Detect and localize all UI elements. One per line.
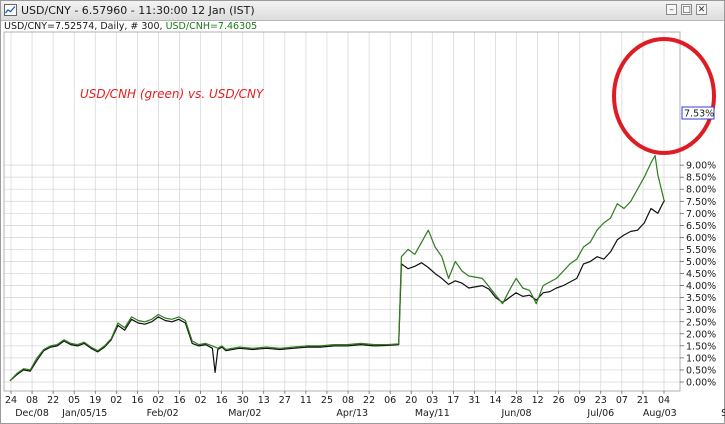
x-tick-label: 23 bbox=[595, 395, 607, 406]
y-tick-label: 6.50% bbox=[686, 221, 716, 232]
x-tick-label: 19 bbox=[89, 395, 101, 406]
y-tick-label: 9.00% bbox=[686, 161, 716, 172]
x-tick-label: 21 bbox=[637, 395, 649, 406]
x-tick-label: 22 bbox=[47, 395, 59, 406]
x-tick-label: 02 bbox=[152, 395, 164, 406]
x-tick-label: 07 bbox=[616, 395, 628, 406]
x-period-label: Mar/02 bbox=[228, 408, 261, 419]
chart-annotation: USD/CNH (green) vs. USD/CNY bbox=[80, 87, 265, 101]
x-tick-label: 11 bbox=[300, 395, 312, 406]
x-tick-label: 22 bbox=[363, 395, 375, 406]
last-value-marker: 7.53% bbox=[681, 106, 715, 120]
y-tick-label: 3.00% bbox=[686, 305, 716, 316]
y-tick-label: 8.50% bbox=[686, 173, 716, 184]
x-tick-label: 04 bbox=[658, 395, 670, 406]
x-tick-label: 02 bbox=[195, 395, 207, 406]
y-tick-label: 4.00% bbox=[686, 281, 716, 292]
x-period-label: Feb/02 bbox=[147, 408, 179, 419]
x-period-label: Dec/08 bbox=[15, 408, 49, 419]
x-period-label: Apr/13 bbox=[336, 408, 368, 419]
y-tick-label: 2.50% bbox=[686, 317, 716, 328]
y-tick-label: 7.00% bbox=[686, 209, 716, 220]
y-tick-label: 7.50% bbox=[686, 197, 716, 208]
y-tick-label: 8.00% bbox=[686, 185, 716, 196]
last-value-label: 7.53% bbox=[684, 109, 714, 120]
y-tick-label: 1.50% bbox=[686, 341, 716, 352]
x-tick-label: 16 bbox=[173, 395, 185, 406]
y-axis: 0.00% 0.50%1.00%1.50%2.00%2.50%3.00%3.50%… bbox=[680, 161, 716, 389]
x-tick-label: 28 bbox=[511, 395, 523, 406]
y-tick-label: 3.50% bbox=[686, 293, 716, 304]
x-period-label: May/11 bbox=[415, 408, 450, 419]
y-tick-label: 0.00% bbox=[686, 378, 716, 389]
plot-area bbox=[3, 31, 681, 392]
x-period-label: Aug/03 bbox=[643, 408, 677, 419]
x-period-label: Jun/08 bbox=[500, 408, 531, 419]
y-tick-label: 4.50% bbox=[686, 269, 716, 280]
x-tick-label: 20 bbox=[405, 395, 417, 406]
x-tick-label: 09 bbox=[574, 395, 586, 406]
x-period-label: Jan/05/15 bbox=[61, 408, 107, 419]
x-tick-label: 30 bbox=[237, 395, 249, 406]
y-tick-label: 6.00% bbox=[686, 233, 716, 244]
x-period-label: Jul/06 bbox=[586, 408, 614, 419]
y-tick-label: 2.00% bbox=[686, 329, 716, 340]
x-tick-label: 05 bbox=[68, 395, 80, 406]
x-axis: 24 08 22 05 19 02 16 02 16 02 16 30 13 27 11 25 08 22 06 20… bbox=[5, 391, 725, 419]
x-tick-label: 26 bbox=[553, 395, 565, 406]
y-tick-label: 5.00% bbox=[686, 257, 716, 268]
y-tick-label: 0.50% bbox=[686, 365, 716, 376]
x-tick-label: 27 bbox=[279, 395, 291, 406]
x-tick-label: 16 bbox=[131, 395, 143, 406]
x-tick-label: 25 bbox=[321, 395, 333, 406]
x-tick-label: 24 bbox=[5, 395, 17, 406]
x-tick-label: 13 bbox=[258, 395, 270, 406]
x-tick-label: 08 bbox=[26, 395, 38, 406]
y-tick-label: 5.50% bbox=[686, 245, 716, 256]
x-tick-label: 08 bbox=[342, 395, 354, 406]
cny-line bbox=[9, 199, 666, 382]
x-tick-label: 31 bbox=[468, 395, 480, 406]
x-tick-label: 02 bbox=[110, 395, 122, 406]
price-chart[interactable]: 0.00% 0.50%1.00%1.50%2.00%2.50%3.00%3.50%… bbox=[0, 0, 725, 424]
x-tick-label: 06 bbox=[384, 395, 396, 406]
x-tick-label: 03 bbox=[426, 395, 438, 406]
x-tick-label: 14 bbox=[489, 395, 501, 406]
x-tick-label: 16 bbox=[216, 395, 228, 406]
x-tick-label: 12 bbox=[532, 395, 544, 406]
x-tick-label: 17 bbox=[447, 395, 459, 406]
chart-grid bbox=[4, 32, 680, 391]
y-tick-label: 1.00% bbox=[686, 353, 716, 364]
x-period-label: Sep/14 bbox=[721, 408, 725, 419]
